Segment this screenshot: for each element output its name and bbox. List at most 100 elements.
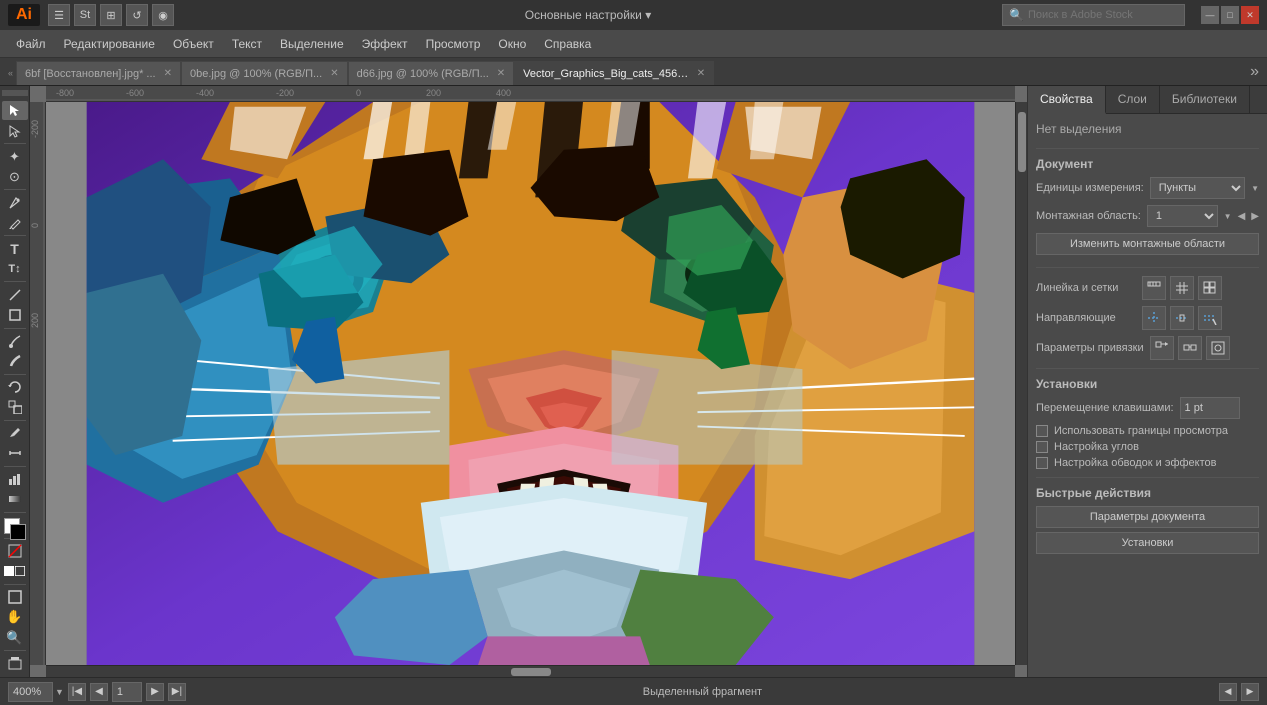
snap-icon-2[interactable] — [1178, 336, 1202, 360]
tab-layers[interactable]: Слои — [1106, 86, 1160, 113]
tab-2-close[interactable]: ✕ — [497, 68, 505, 79]
mode-icons[interactable] — [2, 562, 28, 581]
change-artboard-button[interactable]: Изменить монтажные области — [1036, 233, 1259, 255]
settings-section-title: Установки — [1036, 377, 1259, 391]
menu-select[interactable]: Выделение — [272, 33, 352, 55]
show-grid-icon[interactable] — [1170, 276, 1194, 300]
screen-mode-normal[interactable] — [2, 588, 28, 607]
gradient-tool[interactable] — [2, 490, 28, 509]
page-last-btn[interactable]: ▶| — [168, 683, 186, 701]
show-rulers-icon[interactable] — [1142, 276, 1166, 300]
stroke-swatch[interactable] — [10, 524, 26, 540]
units-select[interactable]: Пункты — [1150, 177, 1245, 199]
show-pixel-grid-icon[interactable] — [1198, 276, 1222, 300]
preferences-button[interactable]: Установки — [1036, 532, 1259, 554]
svg-text:-200: -200 — [276, 88, 294, 98]
arrange-icon[interactable]: ↺ — [126, 4, 148, 26]
menu-object[interactable]: Объект — [165, 33, 222, 55]
artboard-next-icon[interactable]: ▶ — [1251, 211, 1259, 222]
more-icon[interactable]: ◉ — [152, 4, 174, 26]
toolbar-collapse[interactable] — [2, 90, 28, 96]
artboard-select[interactable]: 1 — [1147, 205, 1218, 227]
pencil-tool[interactable] — [2, 213, 28, 232]
rotate-tool[interactable] — [2, 377, 28, 396]
scrollbar-horizontal[interactable] — [46, 665, 1015, 677]
direct-selection-tool[interactable] — [2, 121, 28, 140]
scale-tool[interactable] — [2, 398, 28, 417]
tab-2[interactable]: d66.jpg @ 100% (RGB/П... ✕ — [348, 61, 515, 85]
maximize-button[interactable]: □ — [1221, 6, 1239, 24]
page-first-btn[interactable]: |◀ — [68, 683, 86, 701]
menu-view[interactable]: Просмотр — [418, 33, 489, 55]
vertical-type-tool[interactable]: T↕ — [2, 259, 28, 278]
page-next-btn[interactable]: ▶ — [146, 683, 164, 701]
tab-1-close[interactable]: ✕ — [330, 68, 338, 79]
workspace-icon[interactable]: ⊞ — [100, 4, 122, 26]
stroke-effects-label: Настройка обводок и эффектов — [1054, 457, 1216, 469]
canvas-area[interactable]: -800 -600 -400 -200 0 200 400 -200 0 200 — [30, 86, 1027, 677]
magic-wand-tool[interactable]: ✦ — [2, 147, 28, 166]
bridge-icon[interactable]: St — [74, 4, 96, 26]
tab-bar: « 6bf [Восстановлен].jpg* ... ✕ 0be.jpg … — [0, 58, 1267, 86]
search-input[interactable] — [1028, 9, 1178, 21]
pen-tool[interactable] — [2, 193, 28, 212]
menu-window[interactable]: Окно — [490, 33, 534, 55]
doc-settings-button[interactable]: Параметры документа — [1036, 506, 1259, 528]
use-view-bounds-checkbox[interactable] — [1036, 425, 1048, 437]
artboard-prev-icon[interactable]: ◀ — [1238, 211, 1246, 222]
artboard-tool[interactable] — [2, 654, 28, 673]
tab-libraries[interactable]: Библиотеки — [1160, 86, 1250, 113]
lock-guides-icon[interactable] — [1170, 306, 1194, 330]
type-tool[interactable]: T — [2, 239, 28, 258]
color-swatch[interactable] — [2, 516, 28, 535]
zoom-dropdown-icon[interactable]: ▼ — [55, 687, 64, 697]
tabs-expand[interactable]: » — [1242, 63, 1267, 81]
play-prev-btn[interactable]: ◀ — [1219, 683, 1237, 701]
tab-0-close[interactable]: ✕ — [164, 68, 172, 79]
tabs-collapse[interactable]: « — [8, 61, 16, 85]
corner-settings-checkbox[interactable] — [1036, 441, 1048, 453]
keyboard-move-input[interactable] — [1180, 397, 1240, 419]
tab-1[interactable]: 0be.jpg @ 100% (RGB/П... ✕ — [181, 61, 348, 85]
eyedropper-tool[interactable] — [2, 423, 28, 442]
clear-guides-icon[interactable] — [1198, 306, 1222, 330]
snap-icon-3[interactable] — [1206, 336, 1230, 360]
measure-tool[interactable] — [2, 444, 28, 463]
show-guides-icon[interactable] — [1142, 306, 1166, 330]
blob-brush-tool[interactable] — [2, 351, 28, 370]
tool-sep-8 — [4, 466, 26, 467]
tab-3-close[interactable]: ✕ — [697, 68, 705, 79]
lasso-tool[interactable]: ⊙ — [2, 167, 28, 186]
graph-tool[interactable] — [2, 470, 28, 489]
rectangle-tool[interactable] — [2, 305, 28, 324]
hand-tool[interactable]: ✋ — [2, 608, 28, 627]
tool-sep-5 — [4, 328, 26, 329]
tab-3[interactable]: Vector_Graphics_Big_cats_456731.jpg @ 40… — [514, 61, 714, 85]
new-doc-icon[interactable]: ☰ — [48, 4, 70, 26]
play-next-btn[interactable]: ▶ — [1241, 683, 1259, 701]
line-tool[interactable] — [2, 285, 28, 304]
canvas-content[interactable] — [46, 102, 1015, 665]
no-fill-icon[interactable] — [2, 542, 28, 561]
stroke-effects-checkbox[interactable] — [1036, 457, 1048, 469]
page-prev-btn[interactable]: ◀ — [90, 683, 108, 701]
paintbrush-tool[interactable] — [2, 331, 28, 350]
menu-edit[interactable]: Редактирование — [56, 33, 163, 55]
zoom-tool[interactable]: 🔍 — [2, 628, 28, 647]
selection-tool[interactable] — [2, 101, 28, 120]
snap-icon-1[interactable] — [1150, 336, 1174, 360]
page-input[interactable] — [112, 682, 142, 702]
tool-sep-4 — [4, 281, 26, 282]
close-button[interactable]: ✕ — [1241, 6, 1259, 24]
tab-0[interactable]: 6bf [Восстановлен].jpg* ... ✕ — [16, 61, 181, 85]
menu-text[interactable]: Текст — [224, 33, 270, 55]
menu-help[interactable]: Справка — [536, 33, 599, 55]
scrollbar-vertical[interactable] — [1015, 102, 1027, 665]
minimize-button[interactable]: — — [1201, 6, 1219, 24]
zoom-input[interactable] — [8, 682, 53, 702]
menu-effect[interactable]: Эффект — [354, 33, 416, 55]
artboard-label: Монтажная область: — [1036, 210, 1141, 222]
menu-file[interactable]: Файл — [8, 33, 54, 55]
tab-properties[interactable]: Свойства — [1028, 86, 1106, 114]
divider-1 — [1036, 148, 1259, 149]
